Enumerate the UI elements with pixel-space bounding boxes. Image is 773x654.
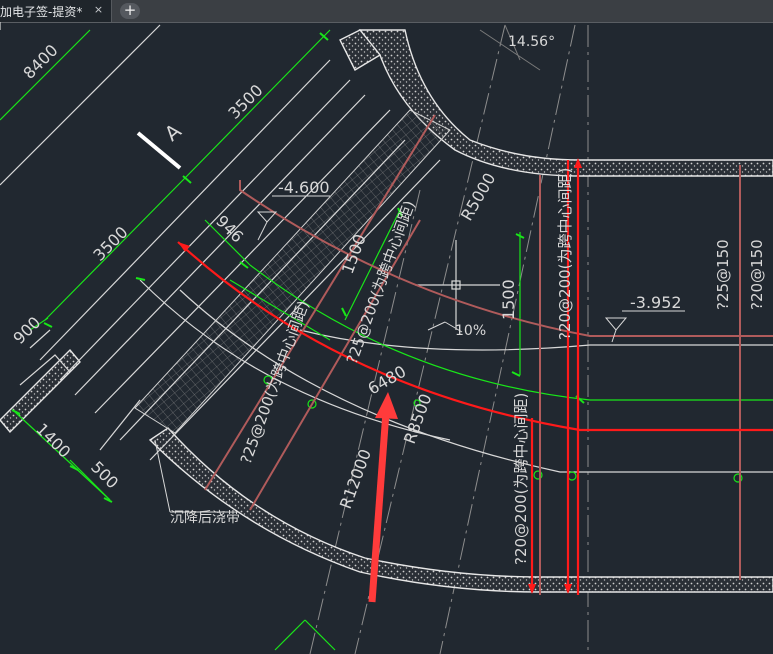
radius-r12000: R12000	[336, 447, 375, 512]
document-tab[interactable]: 加电子签-提资* ×	[0, 0, 112, 22]
dim-900: 900	[9, 313, 44, 348]
rebar-label-5: ?25@150	[714, 239, 732, 310]
section-marker-label: A	[160, 118, 186, 145]
document-tab-title[interactable]: 加电子签-提资*	[0, 3, 82, 20]
dim-1400: 1400	[32, 419, 74, 461]
close-tab-icon[interactable]: ×	[92, 4, 105, 17]
dim-500: 500	[87, 457, 122, 492]
dim-angle: 14.56°	[508, 34, 555, 50]
level-4600: -4.600	[278, 178, 330, 197]
radius-r8500: R8500	[400, 391, 436, 446]
settlement-note: 沉降后浇带	[170, 510, 240, 526]
rebar-label-3: ?20@200(为跨中心间距)	[556, 168, 574, 340]
document-tab-bar: 加电子签-提资* × +	[0, 0, 773, 23]
level-3952: -3.952	[630, 293, 682, 312]
dimension-lines	[0, 29, 773, 651]
rebar-label-6: ?20@150	[748, 239, 766, 310]
dim-8400: 8400	[19, 41, 61, 83]
drawing-canvas[interactable]: A 8400 3500 3500 900 1400 500 946 1500 1…	[0, 22, 773, 654]
section-marker: A	[136, 118, 186, 170]
radius-r5000: R5000	[457, 170, 499, 224]
dim-1500-right: 1500	[499, 279, 518, 320]
dim-3500-left: 3500	[89, 223, 131, 265]
settlement-band	[134, 109, 451, 434]
rebar-label-4: ?20@200(为跨中心间距)	[512, 393, 530, 565]
new-tab-button[interactable]: +	[120, 3, 140, 19]
